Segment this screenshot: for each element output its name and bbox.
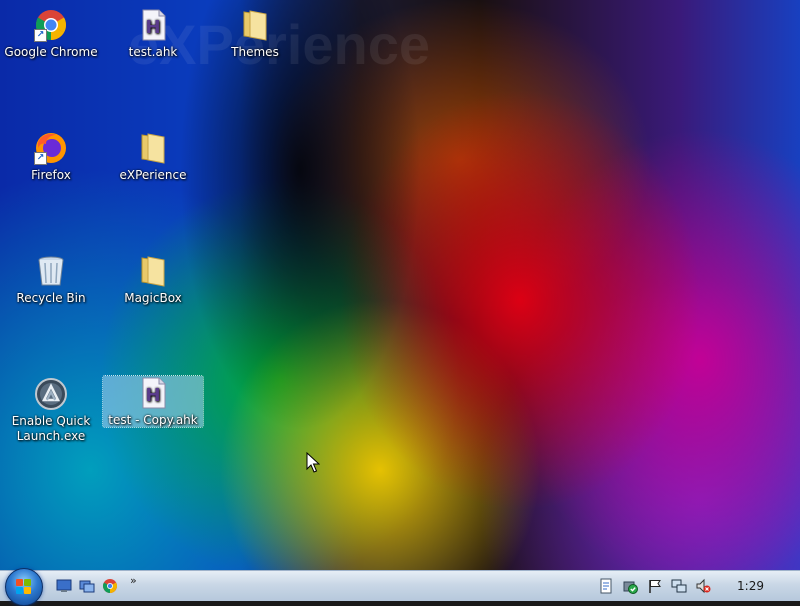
security-check-icon[interactable] xyxy=(622,578,638,594)
recycle-bin-icon xyxy=(34,254,68,288)
taskbar: » 1:29 xyxy=(0,568,800,606)
chrome-icon[interactable] xyxy=(102,578,118,594)
taskbar-clock[interactable]: 1:29 xyxy=(737,579,764,593)
desktop-icon-label: Firefox xyxy=(31,168,71,182)
show-desktop-icon[interactable] xyxy=(56,578,72,594)
desktop-icon-experience[interactable]: eXPerience xyxy=(103,131,203,183)
desktop-icon-test-copy-ahk[interactable]: H test - Copy.ahk xyxy=(102,375,204,428)
document-icon[interactable] xyxy=(598,578,614,594)
desktop-icon-label: eXPerience xyxy=(119,168,187,182)
desktop-icon-label: Themes xyxy=(231,45,279,59)
desktop-icon-test-ahk[interactable]: H test.ahk xyxy=(103,8,203,60)
action-center-flag-icon[interactable] xyxy=(647,578,663,594)
desktop-icon-label: Recycle Bin xyxy=(16,291,86,305)
firefox-icon: ↗ xyxy=(34,131,68,165)
start-button[interactable] xyxy=(5,568,43,606)
quick-launch-overflow-button[interactable]: » xyxy=(130,574,137,587)
desktop-icon-label: Google Chrome xyxy=(4,45,98,59)
shortcut-arrow-icon: ↗ xyxy=(34,152,47,165)
svg-text:H: H xyxy=(145,17,160,38)
folder-icon xyxy=(136,131,170,165)
ahk-file-icon: H xyxy=(136,8,170,42)
windows-logo-icon xyxy=(16,579,32,595)
svg-text:H: H xyxy=(145,385,160,406)
mouse-cursor-icon xyxy=(306,452,320,473)
shortcut-arrow-icon: ↗ xyxy=(34,29,47,42)
desktop-icon-firefox[interactable]: ↗ Firefox xyxy=(1,131,101,183)
desktop-icon-label: MagicBox xyxy=(124,291,182,305)
ahk-file-icon: H xyxy=(136,376,170,410)
desktop-icon-magicbox[interactable]: MagicBox xyxy=(103,254,203,306)
exe-app-icon xyxy=(34,377,68,411)
switch-windows-icon[interactable] xyxy=(79,578,95,594)
desktop-icon-label: Enable Quick Launch.exe xyxy=(11,414,91,443)
desktop-icon-themes[interactable]: Themes xyxy=(205,8,305,60)
folder-icon xyxy=(136,254,170,288)
desktop-icon-label: test - Copy.ahk xyxy=(108,413,198,427)
desktop-icon-label: test.ahk xyxy=(128,45,178,59)
folder-icon xyxy=(238,8,272,42)
desktop-icon-google-chrome[interactable]: ↗ Google Chrome xyxy=(1,8,101,60)
chrome-icon: ↗ xyxy=(34,8,68,42)
network-icon[interactable] xyxy=(671,578,687,594)
desktop-icon-recycle-bin[interactable]: Recycle Bin xyxy=(1,254,101,306)
volume-muted-icon[interactable] xyxy=(695,578,711,594)
desktop-icon-enable-quick-launch[interactable]: Enable Quick Launch.exe xyxy=(1,377,101,444)
